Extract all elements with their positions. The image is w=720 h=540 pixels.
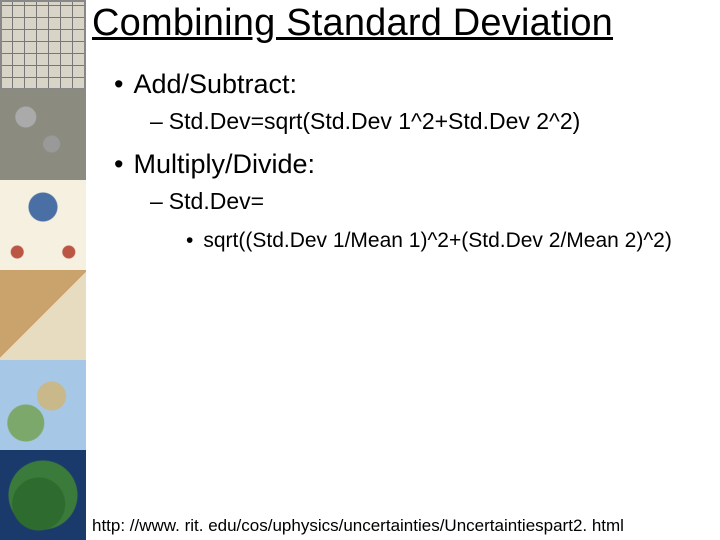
- thumb-globe: [0, 450, 86, 540]
- thumb-parchment-map: [0, 270, 86, 360]
- subbullet-addsub-formula: –Std.Dev=sqrt(Std.Dev 1^2+Std.Dev 2^2): [150, 108, 720, 135]
- subsubbullet-multdiv-formula: • sqrt((Std.Dev 1/Mean 1)^2+(Std.Dev 2/Me…: [186, 229, 720, 253]
- bullet-multiply-divide: • Multiply/Divide:: [114, 149, 720, 180]
- thumb-grid-map: [0, 0, 86, 90]
- bullet-add-subtract: • Add/Subtract:: [114, 69, 720, 100]
- thumb-greece-map: [0, 360, 86, 450]
- bullet-dot-icon: •: [186, 229, 193, 252]
- sidebar-thumbnails: [0, 0, 86, 540]
- bullet-text: Add/Subtract:: [133, 69, 297, 99]
- subbullet-text: Std.Dev=: [169, 188, 264, 214]
- subbullet-multdiv-lead: –Std.Dev=: [150, 188, 720, 215]
- bullet-dot-icon: •: [114, 69, 123, 99]
- thumb-clay-tablet: [0, 90, 86, 180]
- slide-title: Combining Standard Deviation: [92, 2, 720, 45]
- footer-url: http: //www. rit. edu/cos/uphysics/uncer…: [92, 516, 624, 536]
- slide-content: Combining Standard Deviation • Add/Subtra…: [92, 0, 720, 263]
- bullet-text: Multiply/Divide:: [133, 149, 315, 179]
- bullet-dot-icon: •: [114, 149, 123, 179]
- dash-icon: –: [150, 188, 163, 214]
- subsubbullet-text: sqrt((Std.Dev 1/Mean 1)^2+(Std.Dev 2/Mea…: [203, 229, 671, 252]
- subbullet-text: Std.Dev=sqrt(Std.Dev 1^2+Std.Dev 2^2): [169, 108, 581, 134]
- thumb-medieval-map: [0, 180, 86, 270]
- dash-icon: –: [150, 108, 163, 134]
